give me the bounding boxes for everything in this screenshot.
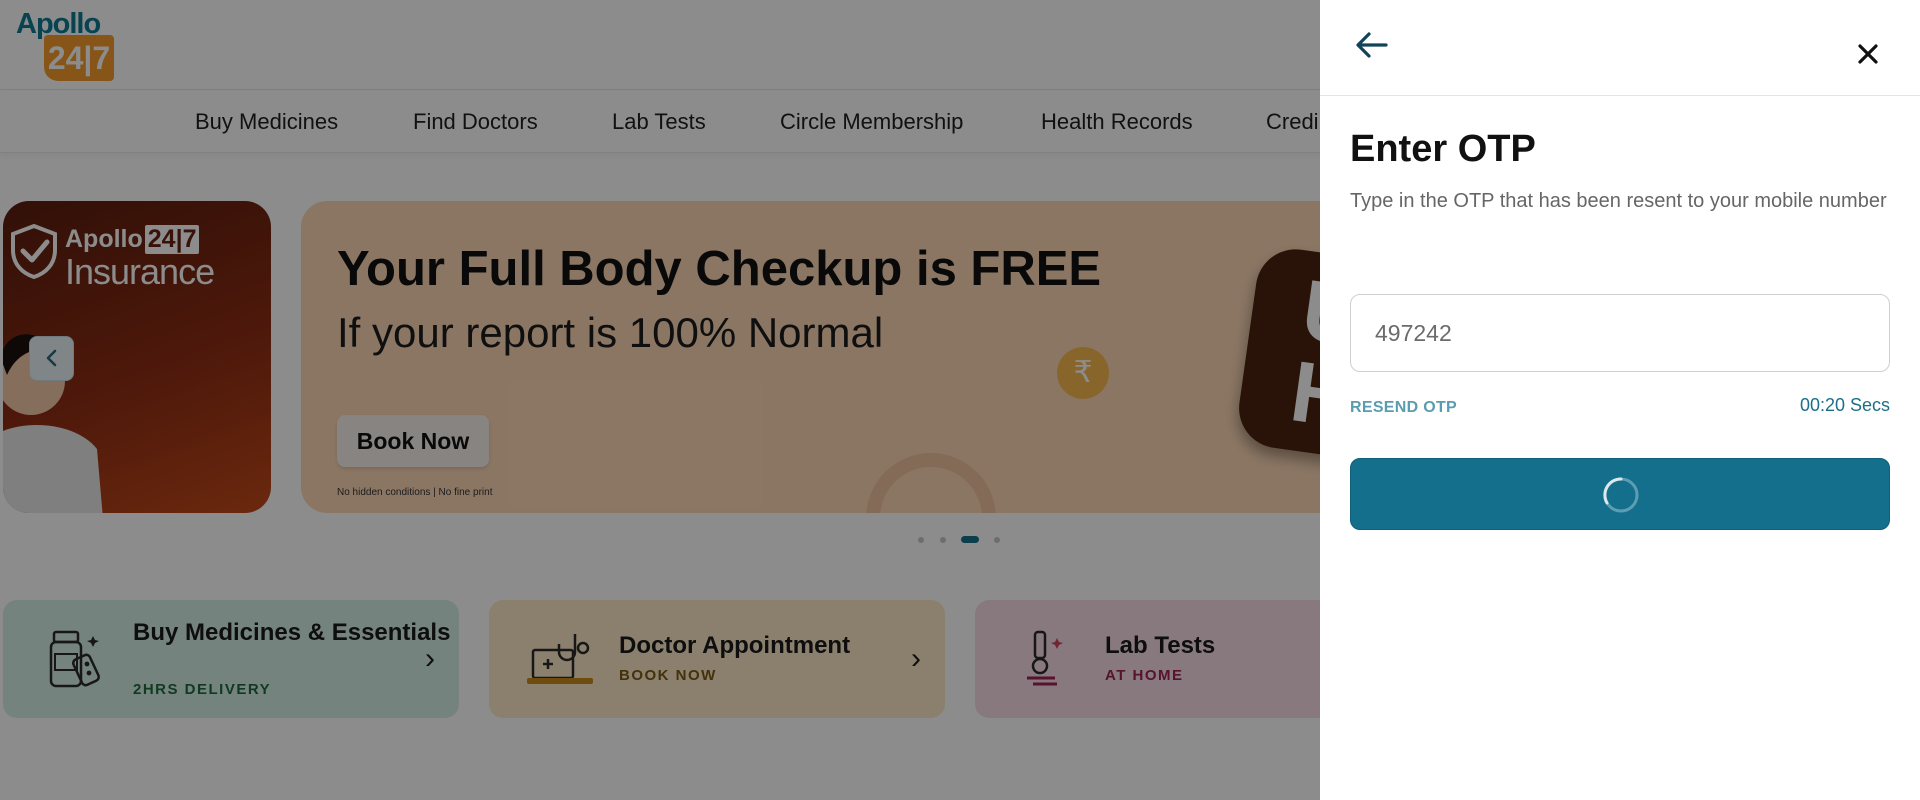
otp-input[interactable] [1350, 294, 1890, 372]
submit-otp-button[interactable] [1350, 458, 1890, 530]
otp-description: Type in the OTP that has been resent to … [1350, 190, 1887, 212]
otp-title: Enter OTP [1350, 128, 1536, 170]
drawer-header [1320, 0, 1920, 96]
arrow-left-icon[interactable] [1354, 30, 1390, 60]
close-icon[interactable] [1854, 40, 1882, 68]
otp-drawer: Enter OTP Type in the OTP that has been … [1320, 0, 1920, 800]
loading-spinner-icon [1603, 477, 1639, 513]
resend-otp-link[interactable]: RESEND OTP [1350, 399, 1457, 417]
otp-timer: 00:20 Secs [1799, 395, 1890, 415]
